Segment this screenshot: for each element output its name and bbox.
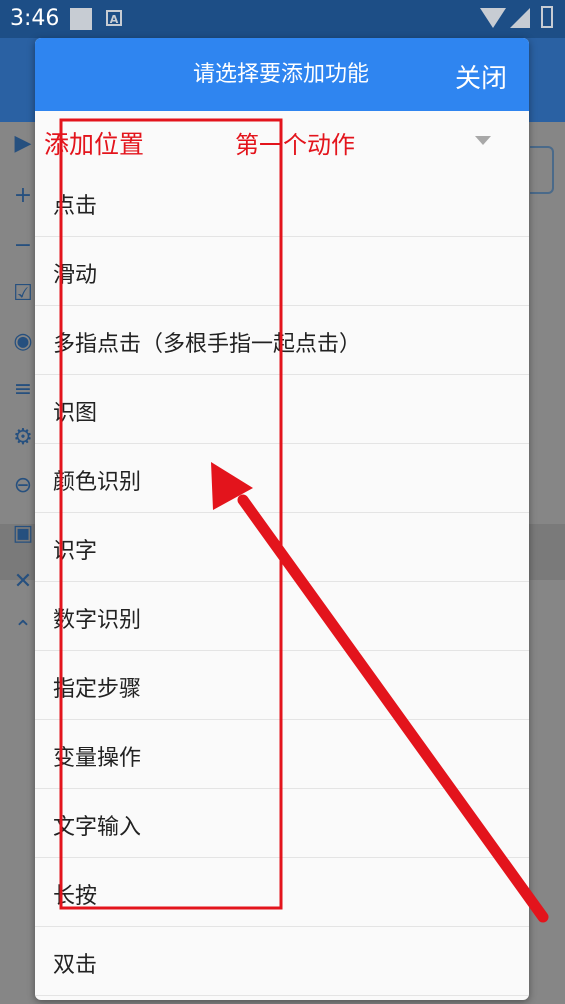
background-side-toolbar: ▶ + − ☑ ◉ ≡ ⚙ ⊖ ▣ ✕ ⌃ <box>6 122 36 682</box>
function-item-tap[interactable]: 点击 <box>35 168 529 237</box>
function-item-color-recognition[interactable]: 颜色识别 <box>35 444 529 513</box>
function-item-long-press[interactable]: 长按 <box>35 858 529 927</box>
add-position-label: 添加位置 <box>44 130 145 159</box>
background-field-edge <box>530 146 554 194</box>
list-item-label: 变量操作 <box>53 746 142 771</box>
wifi-icon <box>480 8 506 28</box>
list-item-label: 长按 <box>53 884 98 909</box>
battery-icon <box>541 6 553 28</box>
function-item-image-recognition[interactable]: 识图 <box>35 375 529 444</box>
status-bar: 3:46 A <box>0 0 565 38</box>
function-item-text-input[interactable]: 文字输入 <box>35 789 529 858</box>
dialog-title: 请选择要添加功能 <box>193 62 370 87</box>
close-button[interactable]: 关闭 <box>455 58 507 95</box>
function-item-variable-operation[interactable]: 变量操作 <box>35 720 529 789</box>
list-item-label: 点击 <box>53 194 98 219</box>
list-item-label: 双击 <box>53 953 98 978</box>
chevron-down-icon[interactable] <box>475 136 491 145</box>
list-item-label: 指定步骤 <box>53 677 142 702</box>
list-item-label: 颜色识别 <box>53 470 142 495</box>
notification-square-icon <box>70 8 92 30</box>
function-item-number-recognition[interactable]: 数字识别 <box>35 582 529 651</box>
dialog-header: 请选择要添加功能 关闭 <box>35 38 529 111</box>
status-time: 3:46 <box>10 6 60 31</box>
list-item-label: 识图 <box>53 401 98 426</box>
list-item-label: 识字 <box>53 539 98 564</box>
function-item-swipe[interactable]: 滑动 <box>35 237 529 306</box>
add-function-dialog: 请选择要添加功能 关闭 添加位置 第一个动作 点击 滑动 多指点击（多根手指一起… <box>35 38 529 1000</box>
list-item-label: 文字输入 <box>53 815 142 840</box>
signal-icon <box>510 8 530 28</box>
function-item-text-recognition[interactable]: 识字 <box>35 513 529 582</box>
add-position-value[interactable]: 第一个动作 <box>235 125 355 160</box>
notification-a-icon: A <box>106 10 122 26</box>
list-item-label: 滑动 <box>53 263 98 288</box>
list-item-label: 数字识别 <box>53 608 142 633</box>
function-item-multi-finger-tap[interactable]: 多指点击（多根手指一起点击） <box>35 306 529 375</box>
function-item-double-tap[interactable]: 双击 <box>35 927 529 996</box>
function-item-goto-step[interactable]: 指定步骤 <box>35 651 529 720</box>
add-position-selector[interactable]: 添加位置 第一个动作 <box>35 111 529 173</box>
list-item-label: 多指点击（多根手指一起点击） <box>53 332 362 357</box>
function-list: 点击 滑动 多指点击（多根手指一起点击） 识图 颜色识别 识字 数字识别 指定步… <box>35 168 529 996</box>
